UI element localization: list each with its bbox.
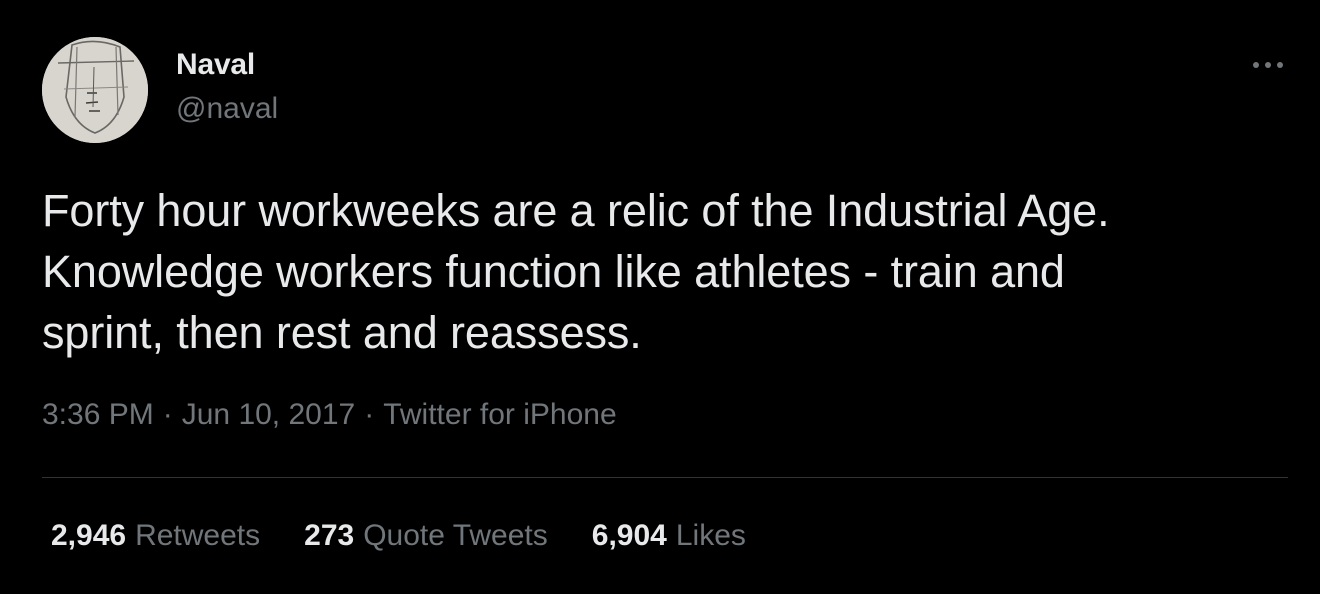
retweets-stat[interactable]: 2,946 Retweets <box>51 519 260 553</box>
likes-label: Likes <box>675 519 746 552</box>
tweet-date[interactable]: Jun 10, 2017 <box>182 398 355 431</box>
ellipsis-icon <box>1253 62 1283 68</box>
retweets-count: 2,946 <box>51 519 127 552</box>
engagement-stats: 2,946 Retweets 273 Quote Tweets 6,904 Likes <box>51 519 746 553</box>
author-display-name[interactable]: Naval <box>176 48 255 82</box>
meta-separator: · <box>162 398 173 431</box>
tweet-metadata: 3:36 PM · Jun 10, 2017 · Twitter for iPhone <box>42 398 617 432</box>
author-handle[interactable]: @naval <box>176 92 278 126</box>
quote-tweets-stat[interactable]: 273 Quote Tweets <box>304 519 548 553</box>
tweet-text: Forty hour workweeks are a relic of the … <box>42 185 1110 358</box>
meta-separator: · <box>364 398 375 431</box>
author-avatar[interactable] <box>42 37 148 143</box>
likes-stat[interactable]: 6,904 Likes <box>592 519 746 553</box>
quote-tweets-label: Quote Tweets <box>363 519 548 552</box>
divider <box>42 477 1288 478</box>
tweet-source[interactable]: Twitter for iPhone <box>383 398 616 431</box>
more-options-button[interactable] <box>1248 50 1288 80</box>
retweets-label: Retweets <box>135 519 261 552</box>
quote-tweets-count: 273 <box>304 519 355 552</box>
likes-count: 6,904 <box>591 519 667 552</box>
tweet-card: Naval @naval Forty hour workweeks are a … <box>0 0 1320 594</box>
tweet-time[interactable]: 3:36 PM <box>42 398 154 431</box>
sketched-face-avatar-icon <box>42 37 148 143</box>
